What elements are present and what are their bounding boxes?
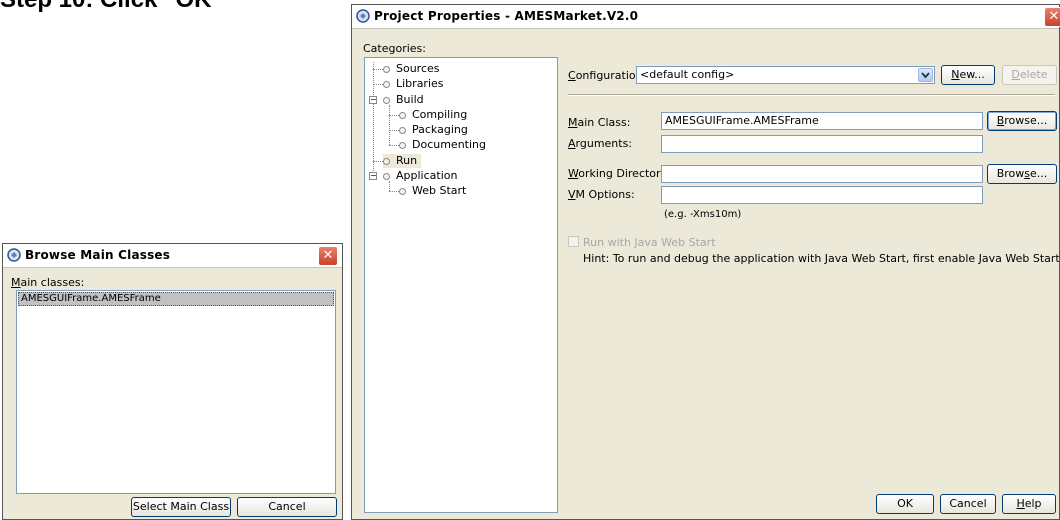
browse-dialog-close-icon[interactable]: ✕ [318, 246, 338, 266]
main-classes-list[interactable]: AMESGUIFrame.AMESFrame [16, 290, 336, 494]
tree-node-libraries[interactable]: Libraries [383, 77, 444, 91]
configuration-select-value: <default config> [640, 68, 735, 81]
configuration-label: Configuration: [568, 69, 647, 82]
node-bullet-icon [383, 172, 390, 180]
browse-main-class-button[interactable]: Browse... [987, 111, 1057, 131]
vm-options-field[interactable] [661, 186, 983, 204]
chevron-down-icon[interactable] [918, 68, 933, 82]
tree-node-compiling[interactable]: Compiling [399, 108, 467, 122]
node-bullet-icon [383, 65, 390, 73]
categories-label: Categories: [363, 42, 426, 55]
tree-node-web-start[interactable]: Web Start [399, 184, 466, 198]
node-bullet-icon [383, 157, 390, 165]
main-class-field[interactable]: AMESGUIFrame.AMESFrame [661, 112, 983, 130]
config-separator [568, 94, 1055, 96]
tree-connector [389, 105, 390, 145]
node-bullet-icon [399, 111, 406, 119]
netbeans-cube-icon [7, 248, 21, 262]
configuration-select[interactable]: <default config> [636, 66, 935, 84]
project-cancel-button[interactable]: Cancel [940, 494, 996, 514]
select-main-class-button[interactable]: Select Main Class [131, 497, 231, 517]
vm-options-label: VM Options: [568, 188, 635, 201]
step-caption: Step 10: Click "OK" [0, 0, 223, 14]
main-classes-label: Main classes: [11, 276, 85, 289]
tree-node-packaging[interactable]: Packaging [399, 123, 468, 137]
web-start-checkbox-label: Run with Java Web Start [583, 236, 716, 249]
browse-dialog-title: Browse Main Classes [25, 248, 171, 262]
working-directory-field[interactable] [661, 165, 983, 183]
node-bullet-icon [399, 126, 406, 134]
main-class-label: Main Class: [568, 116, 631, 129]
web-start-hint: Hint: To run and debug the application w… [583, 252, 1060, 265]
netbeans-cube-icon [356, 9, 370, 23]
browse-dialog-titlebar[interactable]: Browse Main Classes ✕ [3, 244, 342, 268]
browse-dialog-cancel-button[interactable]: Cancel [237, 497, 337, 517]
build-collapse-icon[interactable]: − [369, 96, 377, 104]
node-bullet-icon [383, 96, 390, 104]
application-collapse-icon[interactable]: − [369, 172, 377, 180]
tree-node-build[interactable]: Build [383, 93, 424, 107]
arguments-label: Arguments: [568, 137, 633, 150]
help-button[interactable]: Help [1002, 494, 1056, 514]
project-dialog-close-icon[interactable]: ✕ [1044, 7, 1060, 27]
delete-config-button[interactable]: Delete [1002, 65, 1057, 85]
tree-node-documenting[interactable]: Documenting [399, 138, 486, 152]
ok-button[interactable]: OK [876, 494, 934, 514]
tree-node-application[interactable]: Application [383, 169, 457, 183]
project-properties-dialog: Project Properties - AMESMarket.V2.0 ✕ C… [351, 4, 1060, 520]
categories-tree[interactable]: − − Sources Libraries Build Compiling Pa… [364, 57, 558, 513]
node-bullet-icon [383, 80, 390, 88]
tree-node-run[interactable]: Run [383, 154, 422, 168]
project-dialog-titlebar[interactable]: Project Properties - AMESMarket.V2.0 ✕ [352, 5, 1060, 29]
main-class-list-item[interactable]: AMESGUIFrame.AMESFrame [18, 292, 334, 306]
vm-options-example: (e.g. -Xms10m) [664, 209, 742, 220]
tree-node-sources[interactable]: Sources [383, 62, 440, 76]
arguments-field[interactable] [661, 135, 983, 153]
tree-connector [373, 62, 374, 175]
project-dialog-title: Project Properties - AMESMarket.V2.0 [374, 9, 639, 23]
web-start-checkbox[interactable] [568, 236, 579, 247]
browse-main-classes-dialog: Browse Main Classes ✕ Main classes: AMES… [2, 243, 343, 520]
node-bullet-icon [399, 141, 406, 149]
new-config-button[interactable]: New... [941, 65, 995, 85]
browse-working-directory-button[interactable]: Browse... [987, 164, 1057, 184]
working-directory-label: Working Directory: [568, 167, 670, 180]
node-bullet-icon [399, 187, 406, 195]
